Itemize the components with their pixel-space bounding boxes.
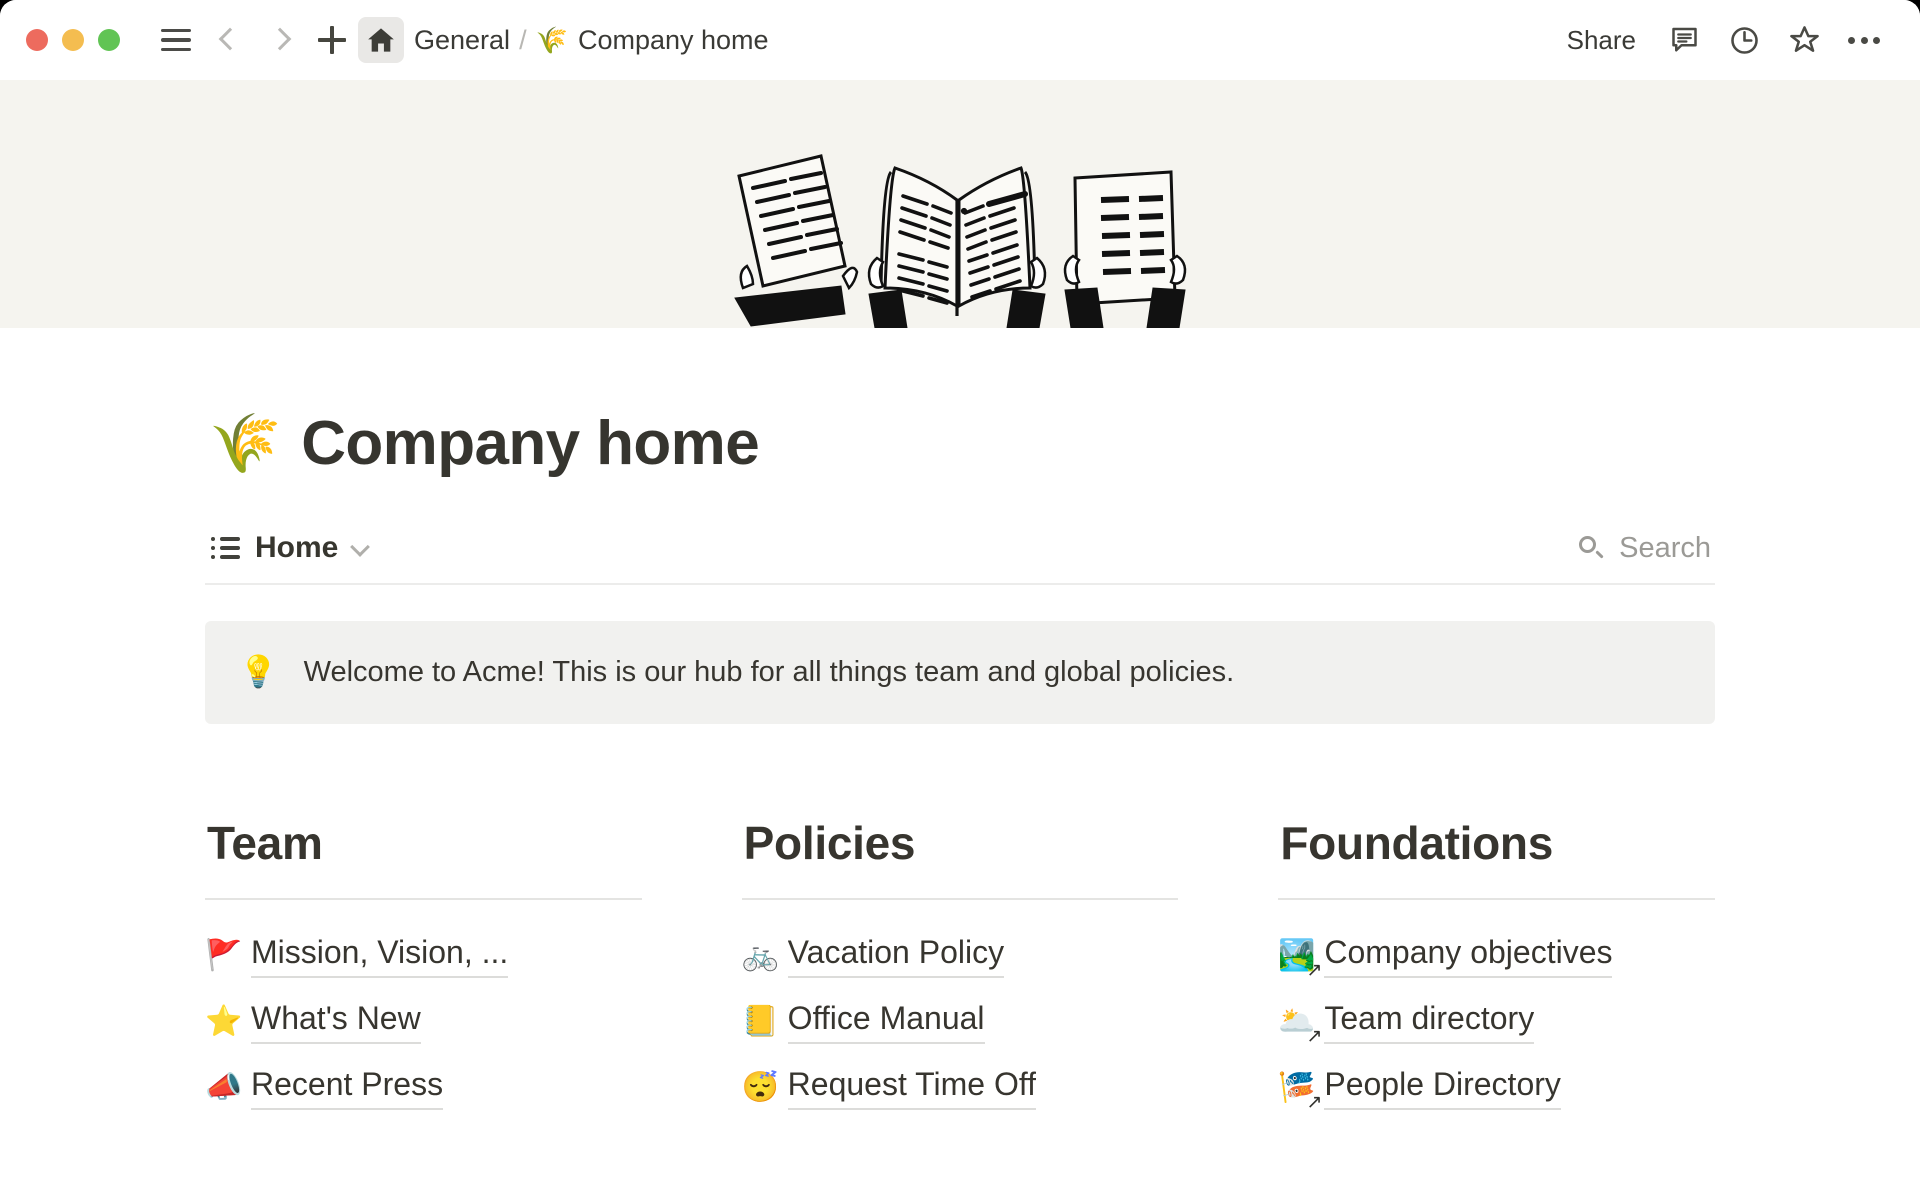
plus-icon <box>318 26 346 54</box>
more-options-button[interactable] <box>1836 14 1892 66</box>
search-button[interactable]: Search <box>1578 532 1711 565</box>
page-link-label[interactable]: Office Manual <box>788 1000 985 1044</box>
forward-button[interactable] <box>254 14 306 66</box>
welcome-callout[interactable]: 💡 Welcome to Acme! This is our hub for a… <box>205 621 1715 724</box>
chevron-right-icon <box>272 26 288 54</box>
breadcrumb-separator: / <box>519 25 527 56</box>
view-name-label: Home <box>255 531 338 565</box>
column-policies: Policies 🚲 Vacation Policy 📒 Office Manu… <box>742 816 1179 1132</box>
flag-icon: 🚩 <box>205 941 251 971</box>
column-heading: Foundations <box>1278 816 1715 870</box>
list-icon <box>211 537 241 559</box>
newspapers-artwork <box>725 138 1195 328</box>
home-button[interactable] <box>358 17 404 63</box>
list-item[interactable]: 🌥️ Team directory <box>1278 1000 1715 1044</box>
column-heading: Policies <box>742 816 1179 870</box>
chevron-down-icon[interactable] <box>352 540 368 556</box>
hamburger-icon <box>161 29 191 51</box>
page-icon-emoji[interactable]: 🌾 <box>209 415 281 473</box>
breadcrumb-page[interactable]: Company home <box>578 25 769 56</box>
favorite-button[interactable] <box>1776 14 1832 66</box>
database-view-bar: Home Search <box>205 527 1715 585</box>
column-divider <box>205 898 642 900</box>
nav-controls <box>150 14 404 66</box>
callout-text: Welcome to Acme! This is our hub for all… <box>304 653 1235 692</box>
comments-button[interactable] <box>1656 14 1712 66</box>
breadcrumb-workspace[interactable]: General <box>414 25 510 56</box>
list-item[interactable]: 📣 Recent Press <box>205 1066 642 1110</box>
lightbulb-icon: 💡 <box>239 653 278 690</box>
page-link-label[interactable]: Team directory <box>1324 1000 1534 1044</box>
page-content: 🌾 Company home Home Search <box>205 408 1715 1132</box>
sleeping-face-icon: 😴 <box>742 1073 788 1103</box>
page-title[interactable]: Company home <box>301 408 759 479</box>
page-link-label[interactable]: Mission, Vision, ... <box>251 934 508 978</box>
page-link-label[interactable]: Request Time Off <box>788 1066 1036 1110</box>
page-link-label[interactable]: Recent Press <box>251 1066 443 1110</box>
app-window: General / 🌾 Company home Share <box>0 0 1920 1200</box>
sidebar-toggle-button[interactable] <box>150 14 202 66</box>
list-item[interactable]: 📒 Office Manual <box>742 1000 1179 1044</box>
close-button[interactable] <box>26 29 48 51</box>
page-link-label[interactable]: People Directory <box>1324 1066 1561 1110</box>
page-link-label[interactable]: Company objectives <box>1324 934 1612 978</box>
list-item[interactable]: 🏞️ Company objectives <box>1278 934 1715 978</box>
titlebar-actions: Share <box>1551 14 1892 66</box>
list-item[interactable]: 🚩 Mission, Vision, ... <box>205 934 642 978</box>
column-team: Team 🚩 Mission, Vision, ... ⭐ What's New… <box>205 816 642 1132</box>
breadcrumb: General / 🌾 Company home <box>414 25 769 56</box>
clock-icon <box>1729 25 1760 56</box>
list-item[interactable]: ⭐ What's New <box>205 1000 642 1044</box>
breadcrumb-page-emoji: 🌾 <box>536 27 568 53</box>
window-controls <box>26 29 120 51</box>
notebook-icon: 📒 <box>742 1007 788 1037</box>
page-link-label[interactable]: What's New <box>251 1000 421 1044</box>
share-button[interactable]: Share <box>1551 17 1652 64</box>
megaphone-icon: 📣 <box>205 1073 251 1103</box>
column-divider <box>1278 898 1715 900</box>
list-item[interactable]: 🎏 People Directory <box>1278 1066 1715 1110</box>
home-icon <box>367 27 395 53</box>
page-history-button[interactable] <box>1716 14 1772 66</box>
column-heading: Team <box>205 816 642 870</box>
search-label: Search <box>1619 532 1711 565</box>
star-emoji-icon: ⭐ <box>205 1007 251 1037</box>
column-foundations: Foundations 🏞️ Company objectives 🌥️ Tea… <box>1278 816 1715 1132</box>
page-body: 🌾 Company home Home Search <box>0 328 1920 1132</box>
cover-illustration[interactable] <box>0 80 1920 328</box>
star-icon <box>1788 24 1821 56</box>
minimize-button[interactable] <box>62 29 84 51</box>
sun-behind-cloud-icon: 🌥️ <box>1278 1007 1324 1037</box>
page-link-label[interactable]: Vacation Policy <box>788 934 1004 978</box>
carp-streamer-icon: 🎏 <box>1278 1073 1324 1103</box>
link-columns: Team 🚩 Mission, Vision, ... ⭐ What's New… <box>205 816 1715 1132</box>
chevron-left-icon <box>220 26 236 54</box>
maximize-button[interactable] <box>98 29 120 51</box>
tab-home[interactable]: Home <box>209 527 370 569</box>
back-button[interactable] <box>202 14 254 66</box>
search-icon <box>1578 535 1605 562</box>
list-item[interactable]: 🚲 Vacation Policy <box>742 934 1179 978</box>
new-page-button[interactable] <box>306 14 358 66</box>
more-horizontal-icon <box>1848 37 1880 44</box>
titlebar: General / 🌾 Company home Share <box>0 0 1920 80</box>
bicycle-icon: 🚲 <box>742 941 788 971</box>
column-divider <box>742 898 1179 900</box>
list-item[interactable]: 😴 Request Time Off <box>742 1066 1179 1110</box>
comment-icon <box>1669 25 1700 55</box>
page-title-row: 🌾 Company home <box>205 408 1715 479</box>
national-park-icon: 🏞️ <box>1278 941 1324 971</box>
